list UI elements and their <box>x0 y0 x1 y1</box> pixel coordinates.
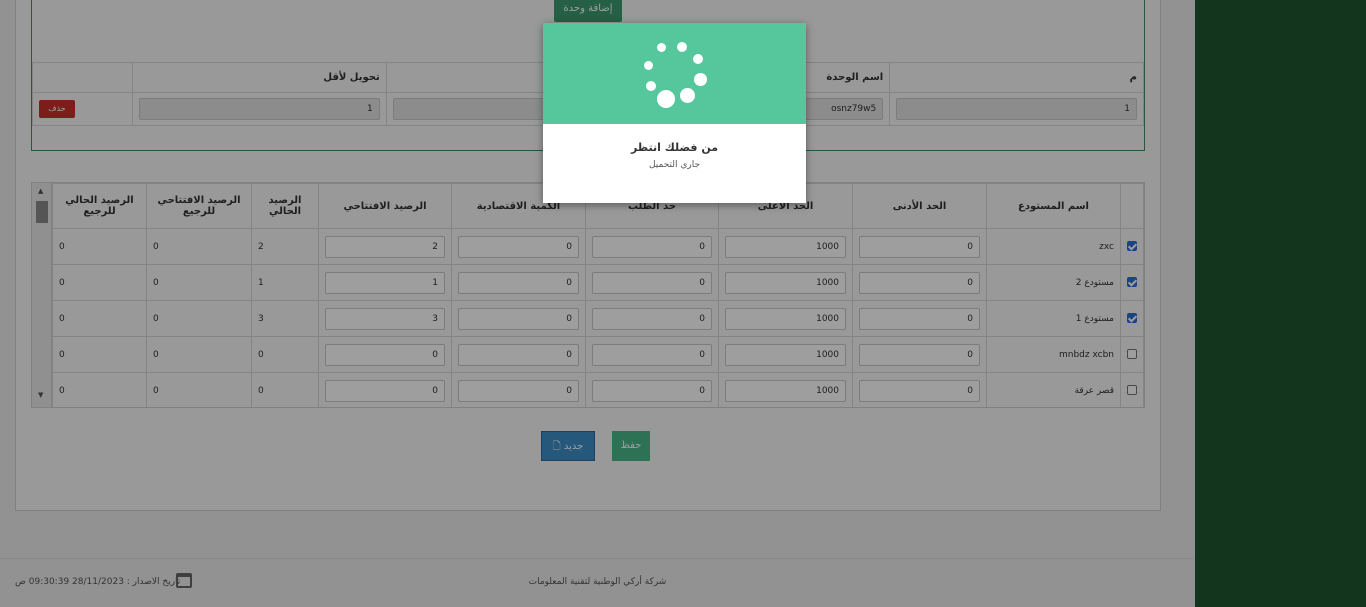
spinner-icon <box>640 40 708 108</box>
loading-dialog: من فضلك انتظر جاري التحميل <box>543 23 806 203</box>
loading-dialog-header <box>543 23 806 124</box>
loading-subtitle: جاري التحميل <box>648 160 701 170</box>
loading-title: من فضلك انتظر <box>630 141 719 154</box>
